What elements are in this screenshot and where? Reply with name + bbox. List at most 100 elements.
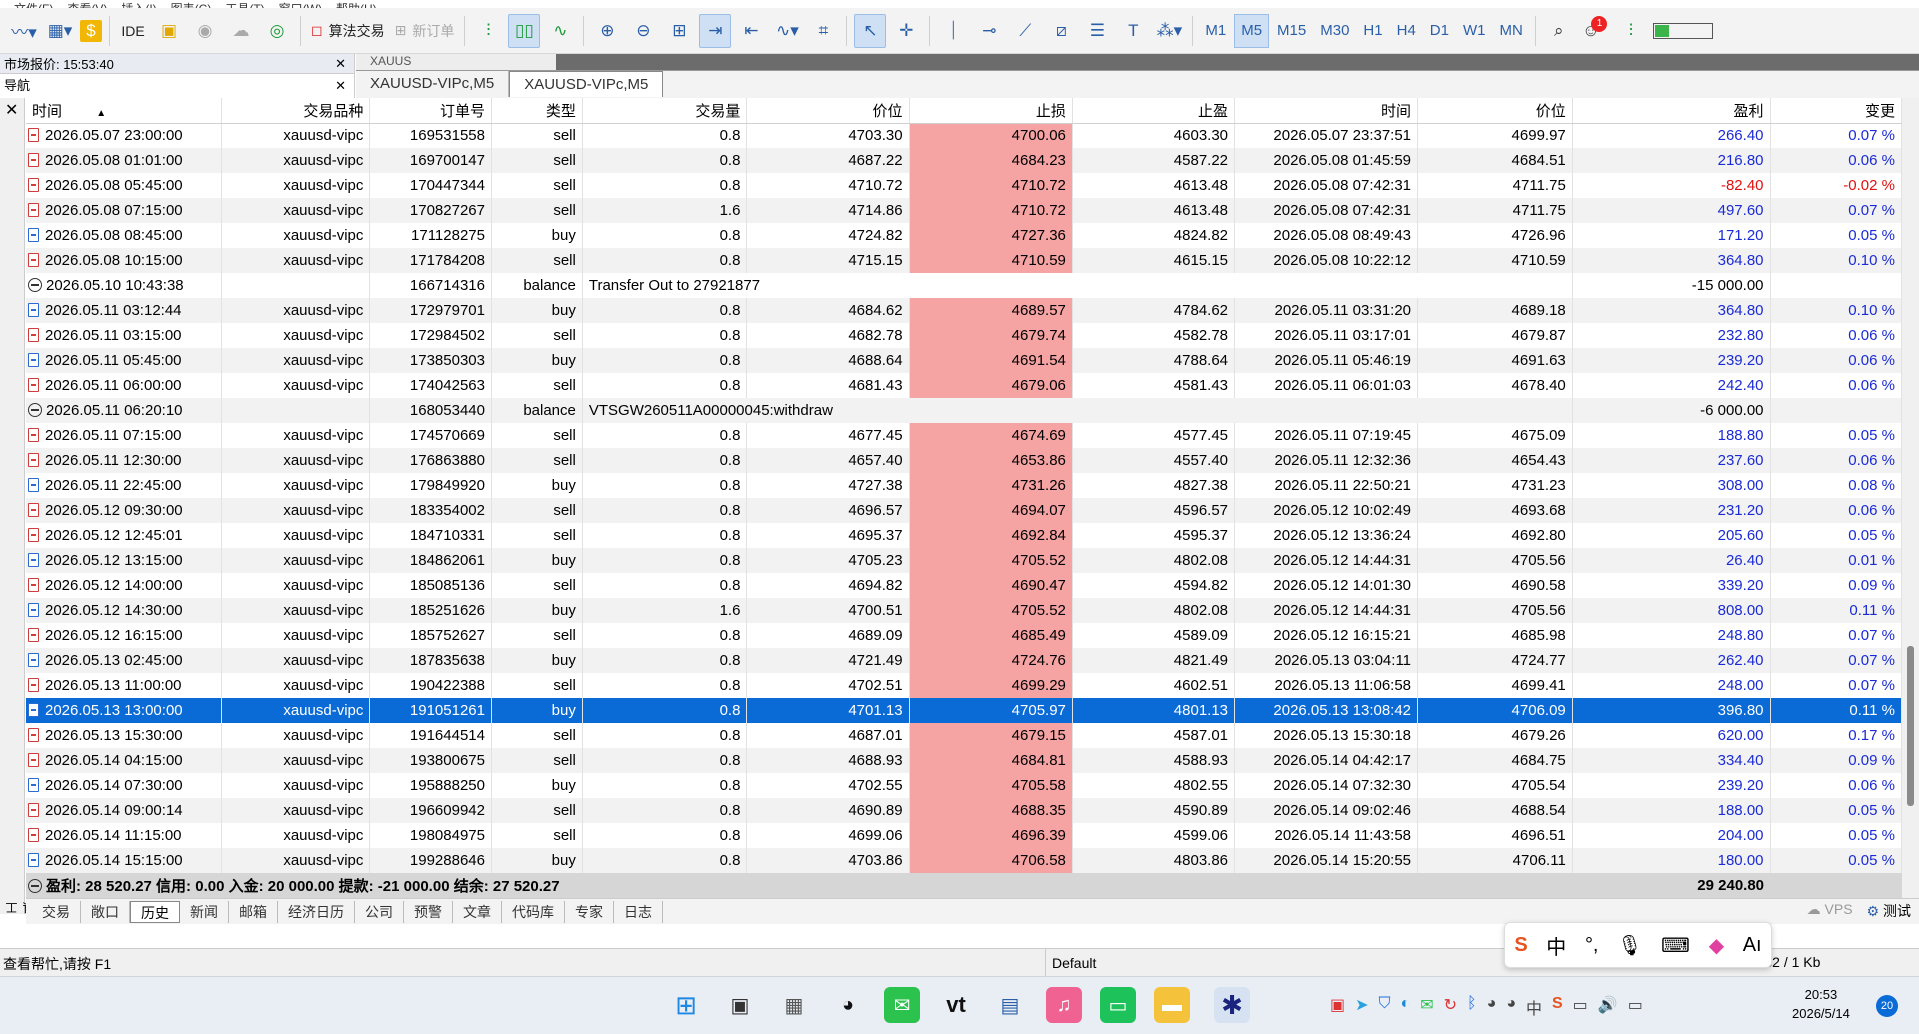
text-icon[interactable]: T [1117,14,1149,48]
skin-icon[interactable]: ◆ [1709,933,1724,958]
table-row[interactable]: 2026.05.12 13:15:00 xauusd-vipc 184862061 b… [26,548,1902,573]
close-icon[interactable]: ✕ [335,74,346,96]
music-app-icon[interactable]: ♫ [1046,987,1082,1023]
ide-button[interactable]: IDE [117,14,149,48]
tab-2[interactable]: 历史 [130,900,180,923]
vertical-line-icon[interactable]: ⏐ [937,14,969,48]
new-order-button[interactable]: ⊞ 新订单 [392,14,458,48]
tray-telegram-icon[interactable]: ➤ [1355,995,1368,1019]
ime-language[interactable]: 中 [1546,931,1566,960]
vps-button[interactable]: ☁ VPS [1807,901,1853,921]
header-change[interactable]: 变更 [1770,98,1902,124]
table-row[interactable]: 2026.05.08 01:01:00 xauusd-vipc 169700147 s… [26,148,1902,173]
vertical-scrollbar[interactable] [1902,98,1919,898]
folder-icon[interactable]: ▬ [1154,987,1190,1023]
search-icon[interactable]: ⌕ [1543,14,1575,48]
windows-start-icon[interactable]: ⊞ [668,987,704,1023]
signal-icon[interactable]: ◉ [189,14,221,48]
table-row[interactable]: 2026.05.12 12:45:01 xauusd-vipc 184710331 s… [26,523,1902,548]
microphone-icon[interactable]: 🎙 [1617,933,1642,958]
profile-name[interactable]: Default [1045,949,1145,977]
channel-icon[interactable]: ⧄ [1045,14,1077,48]
timeframe-m15[interactable]: M15 [1271,14,1312,48]
header-tp[interactable]: 止盈 [1072,98,1236,124]
sogou-icon[interactable]: S [1514,934,1527,957]
tray-sogou-icon[interactable]: S [1552,995,1563,1019]
tab-5[interactable]: 经济日历 [278,900,355,923]
globe-icon[interactable]: ◎ [261,14,293,48]
wechat-icon[interactable]: ✉ [884,987,920,1023]
tray-volume-icon[interactable]: 🔊 [1598,995,1618,1019]
tray-shield-icon[interactable]: ⛉ [1379,995,1391,1019]
header-sl[interactable]: 止损 [909,98,1073,124]
header-close-price[interactable]: 价位 [1417,98,1573,124]
close-icon[interactable]: ✕ [5,100,18,120]
timeframe-m30[interactable]: M30 [1314,14,1355,48]
expand-icon[interactable] [28,879,42,893]
timeframe-m5[interactable]: M5 [1234,13,1270,48]
task-view-icon[interactable]: ▣ [722,987,758,1023]
grid-icon[interactable]: ⊞ [663,14,695,48]
timeframe-h1[interactable]: H1 [1357,14,1388,48]
tray-sync-icon[interactable]: ↻ [1444,995,1457,1019]
tab-8[interactable]: 文章 [453,900,502,923]
timeframe-d1[interactable]: D1 [1424,14,1455,48]
table-row[interactable]: 2026.05.13 13:00:00 xauusd-vipc 191051261 b… [26,698,1902,723]
tab-10[interactable]: 专家 [565,900,614,923]
ai-icon[interactable]: Aı [1743,934,1762,957]
autoscroll-icon[interactable]: ⇥ [699,13,732,48]
shapes-icon[interactable]: ⁂▾ [1153,14,1185,48]
tab-7[interactable]: 预警 [404,900,453,923]
header-close-time[interactable]: 时间 [1234,98,1419,124]
header-volume[interactable]: 交易量 [582,98,748,124]
screenshot-icon[interactable]: ⌗ [807,14,839,48]
table-row[interactable]: 2026.05.14 09:00:14 xauusd-vipc 196609942 s… [26,798,1902,823]
fibonacci-icon[interactable]: ☰ [1081,14,1113,48]
tray-app-icon[interactable]: ▣ [1330,995,1345,1019]
chart-shift-icon[interactable]: ⇤ [735,14,767,48]
briefcase-icon[interactable]: ▣ [153,14,185,48]
scrollbar-thumb[interactable] [1907,646,1914,806]
header-type[interactable]: 类型 [491,98,583,124]
punctuation-icon[interactable]: °, [1585,934,1599,957]
table-row[interactable]: 2026.05.14 07:30:00 xauusd-vipc 195888250 b… [26,773,1902,798]
tray-battery-icon[interactable]: ▭ [1628,995,1643,1019]
table-row[interactable]: 2026.05.12 09:30:00 xauusd-vipc 183354002 s… [26,498,1902,523]
line-chart-icon[interactable]: ∿ [544,14,576,48]
notifications-icon[interactable]: ☺ 1 [1579,14,1611,48]
horizontal-line-icon[interactable]: ⊸ [973,14,1005,48]
tab-9[interactable]: 代码库 [502,900,565,923]
table-row[interactable]: 2026.05.08 10:15:00 xauusd-vipc 171784208 s… [26,248,1902,273]
calculator-icon[interactable]: ▦ [776,987,812,1023]
header-time[interactable]: 时间 ▲ [26,98,222,124]
vt-app-icon[interactable]: vt [938,987,974,1023]
qq-icon[interactable]: ◕ [830,987,866,1023]
cursor-icon[interactable]: ↖ [854,13,887,48]
tray-bluetooth-icon[interactable]: ᛒ [1467,995,1477,1019]
table-row[interactable]: 2026.05.11 07:15:00 xauusd-vipc 174570669 s… [26,423,1902,448]
table-row[interactable]: 2026.05.11 03:12:44 xauusd-vipc 172979701 b… [26,298,1902,323]
network-app-icon[interactable]: ▤ [992,987,1028,1023]
table-row[interactable]: 2026.05.11 05:45:00 xauusd-vipc 173850303 b… [26,348,1902,373]
table-row[interactable]: 2026.05.07 23:00:00 xauusd-vipc 169531558 s… [26,123,1902,148]
tray-wechat-icon[interactable]: ✉ [1420,995,1433,1019]
tray-edge-icon[interactable]: ◐ [1401,995,1411,1019]
table-row[interactable]: 2026.05.13 15:30:00 xauusd-vipc 191644514 s… [26,723,1902,748]
table-row[interactable]: 2026.05.10 10:43:38 166714316 balance Trans… [26,273,1902,298]
bar-chart-icon[interactable]: ⫶ [472,14,504,48]
table-row[interactable]: 2026.05.13 02:45:00 xauusd-vipc 187835638 b… [26,648,1902,673]
candle-chart-icon[interactable]: ▯▯ [508,13,541,48]
crosshair-icon[interactable]: ✛ [890,14,922,48]
timeframe-h4[interactable]: H4 [1391,14,1422,48]
zoom-out-icon[interactable]: ⊖ [627,14,659,48]
table-row[interactable]: 2026.05.13 11:00:00 xauusd-vipc 190422388 s… [26,673,1902,698]
tray-qq-icon[interactable]: ◕ [1487,995,1497,1019]
table-row[interactable]: 2026.05.11 22:45:00 xauusd-vipc 179849920 b… [26,473,1902,498]
tab-0[interactable]: 交易 [32,900,81,923]
table-row[interactable]: 2026.05.12 16:15:00 xauusd-vipc 185752627 s… [26,623,1902,648]
profiles-icon[interactable]: ▦▾ [44,14,76,48]
zoom-in-icon[interactable]: ⊕ [591,14,623,48]
table-row[interactable]: 2026.05.12 14:00:00 xauusd-vipc 185085136 s… [26,573,1902,598]
tab-1[interactable]: 敞口 [81,900,130,923]
tab-6[interactable]: 公司 [355,900,404,923]
